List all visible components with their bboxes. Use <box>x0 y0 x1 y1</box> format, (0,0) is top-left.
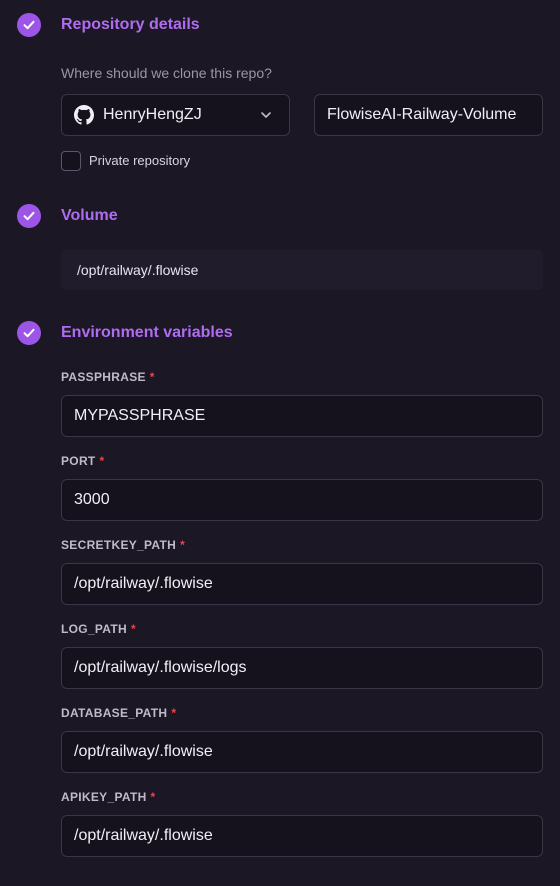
required-marker: * <box>180 538 186 552</box>
env-var-input-port[interactable]: 3000 <box>61 479 543 521</box>
env-var-input-database-path[interactable]: /opt/railway/.flowise <box>61 731 543 773</box>
github-icon <box>74 105 94 125</box>
env-var-label: DATABASE_PATH * <box>61 706 177 720</box>
env-var-label: APIKEY_PATH * <box>61 790 156 804</box>
private-repo-checkbox[interactable] <box>61 151 81 171</box>
step-complete-check-icon <box>17 13 41 37</box>
clone-hint: Where should we clone this repo? <box>61 65 272 81</box>
env-var-input-passphrase[interactable]: MYPASSPHRASE <box>61 395 543 437</box>
chevron-down-icon <box>261 112 271 118</box>
required-marker: * <box>171 706 177 720</box>
repo-name-input[interactable]: FlowiseAI-Railway-Volume <box>314 94 543 136</box>
required-marker: * <box>130 622 136 636</box>
volume-mount-path: /opt/railway/.flowise <box>61 250 543 290</box>
env-var-label: PORT * <box>61 454 105 468</box>
required-marker: * <box>150 790 156 804</box>
section-title-repository: Repository details <box>61 16 200 33</box>
required-marker: * <box>99 454 105 468</box>
section-title-volume: Volume <box>61 207 118 224</box>
env-var-input-secretkey-path[interactable]: /opt/railway/.flowise <box>61 563 543 605</box>
env-var-input-log-path[interactable]: /opt/railway/.flowise/logs <box>61 647 543 689</box>
repo-owner-select[interactable]: HenryHengZJ <box>61 94 290 136</box>
env-var-input-apikey-path[interactable]: /opt/railway/.flowise <box>61 815 543 857</box>
section-title-env: Environment variables <box>61 324 233 341</box>
step-complete-check-icon <box>17 204 41 228</box>
env-var-label: PASSPHRASE * <box>61 370 155 384</box>
required-marker: * <box>149 370 155 384</box>
repo-owner-value: HenryHengZJ <box>103 106 202 123</box>
deploy-config-panel: Repository details Where should we clone… <box>0 0 560 886</box>
private-repo-label: Private repository <box>89 153 191 168</box>
step-complete-check-icon <box>17 321 41 345</box>
env-var-label: SECRETKEY_PATH * <box>61 538 186 552</box>
env-var-label: LOG_PATH * <box>61 622 136 636</box>
